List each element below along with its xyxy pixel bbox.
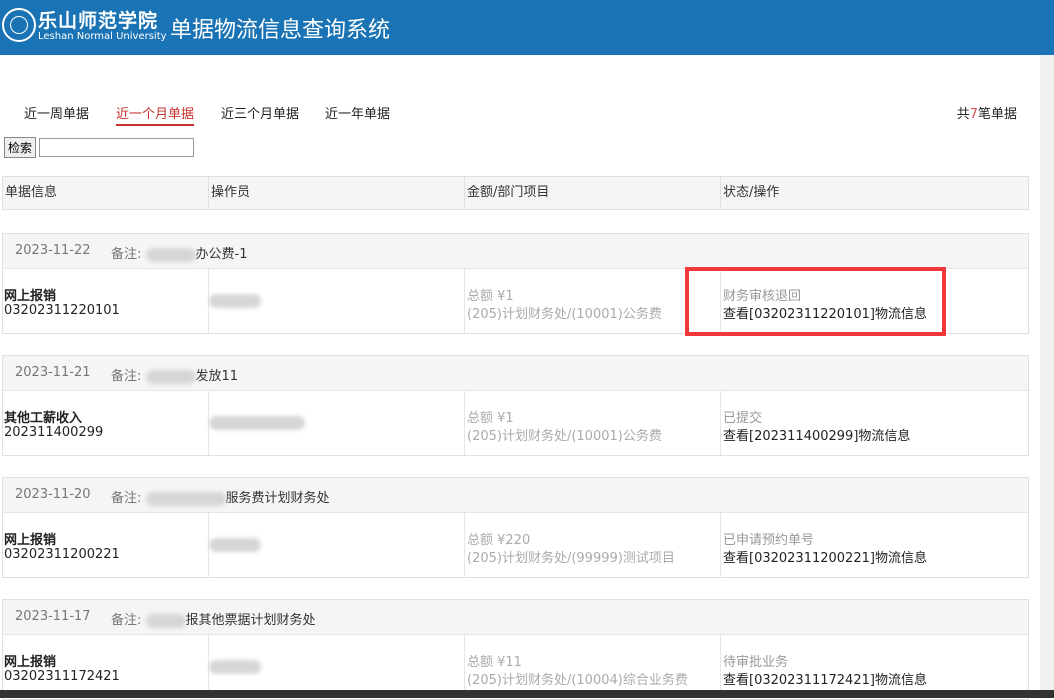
doc-type: 网上报销	[4, 533, 57, 548]
dept-project: (205)计划财务处/(10001)公务费	[467, 429, 662, 444]
column-status-action: 状态/操作	[723, 185, 780, 200]
record-note: 备注: 发放11	[111, 369, 239, 384]
search-input[interactable]	[39, 138, 194, 157]
table-header: 单据信息 操作员 金额/部门项目 状态/操作	[2, 176, 1029, 210]
record-date: 2023-11-20	[15, 487, 91, 502]
doc-number: 03202311172421	[4, 669, 120, 684]
tab-last-month[interactable]: 近一个月单据	[116, 103, 195, 126]
column-operator: 操作员	[209, 177, 465, 209]
record-note: 备注: 报其他票据计划财务处	[111, 613, 316, 628]
doc-number: 03202311200221	[4, 547, 120, 562]
bottom-taskbar	[0, 690, 1054, 698]
total-count-number: 7	[969, 107, 978, 122]
operator-redacted	[209, 659, 261, 674]
highlight-annotation-box	[685, 267, 946, 336]
dept-project: (205)计划财务处/(99999)测试项目	[467, 551, 675, 566]
dept-project: (205)计划财务处/(10004)综合业务费	[467, 673, 688, 688]
record-header: 2023-11-17 备注: 报其他票据计划财务处	[3, 600, 1028, 635]
record-date: 2023-11-17	[15, 609, 91, 624]
status-text: 已申请预约单号	[723, 533, 815, 548]
view-logistics-link[interactable]: 查看[03202311172421]物流信息	[723, 669, 927, 688]
amount-total: 总额 ¥11	[467, 655, 522, 670]
search-button[interactable]: 检索	[4, 137, 36, 158]
status-text: 已提交	[723, 411, 763, 426]
column-doc-info: 单据信息	[3, 177, 209, 209]
record-note: 备注: 办公费-1	[111, 247, 248, 262]
record-note: 备注: 服务费计划财务处	[111, 491, 330, 506]
university-seal-icon	[2, 8, 36, 42]
record-card: 2023-11-17 备注: 报其他票据计划财务处 网上报销 032023111…	[2, 599, 1029, 700]
record-header: 2023-11-22 备注: 办公费-1	[3, 234, 1028, 269]
logo-english-name: Leshan Normal University	[38, 31, 167, 42]
amount-total: 总额 ¥220	[467, 533, 531, 548]
amount-total: 总额 ¥1	[467, 411, 514, 426]
logo-chinese-name: 乐山师范学院	[38, 10, 159, 32]
operator-redacted	[209, 415, 305, 430]
doc-type: 网上报销	[4, 655, 57, 670]
record-card: 2023-11-20 备注: 服务费计划财务处 网上报销 03202311200…	[2, 477, 1029, 578]
record-date: 2023-11-22	[15, 243, 91, 258]
record-body: 其他工薪收入 202311400299 总额 ¥1 (205)计划财务处/(10…	[3, 391, 1028, 455]
tab-last-week[interactable]: 近一周单据	[24, 103, 89, 122]
operator-redacted	[209, 537, 261, 552]
system-title: 单据物流信息查询系统	[170, 18, 391, 43]
view-logistics-link[interactable]: 查看[03202311200221]物流信息	[723, 547, 927, 566]
operator-redacted	[209, 293, 261, 308]
record-header: 2023-11-20 备注: 服务费计划财务处	[3, 478, 1028, 513]
status-text: 待审批业务	[723, 655, 789, 670]
column-amount-dept: 金额/部门项目	[465, 177, 721, 209]
tab-last-three-months[interactable]: 近三个月单据	[221, 103, 299, 122]
amount-total: 总额 ¥1	[467, 289, 514, 304]
top-header: 乐山师范学院 Leshan Normal University 单据物流信息查询…	[0, 0, 1054, 55]
record-header: 2023-11-21 备注: 发放11	[3, 356, 1028, 391]
record-date: 2023-11-21	[15, 365, 91, 380]
total-count: 共7笔单据	[956, 107, 1017, 122]
doc-number: 03202311220101	[4, 303, 120, 318]
doc-type: 网上报销	[4, 289, 57, 304]
record-body: 网上报销 03202311200221 总额 ¥220 (205)计划财务处/(…	[3, 513, 1028, 577]
doc-number: 202311400299	[4, 425, 104, 440]
view-logistics-link[interactable]: 查看[202311400299]物流信息	[723, 425, 910, 444]
vertical-scrollbar[interactable]	[1040, 55, 1054, 690]
tab-last-year[interactable]: 近一年单据	[325, 103, 390, 122]
record-card: 2023-11-21 备注: 发放11 其他工薪收入 202311400299 …	[2, 355, 1029, 456]
dept-project: (205)计划财务处/(10001)公务费	[467, 307, 662, 322]
doc-type: 其他工薪收入	[4, 411, 83, 426]
